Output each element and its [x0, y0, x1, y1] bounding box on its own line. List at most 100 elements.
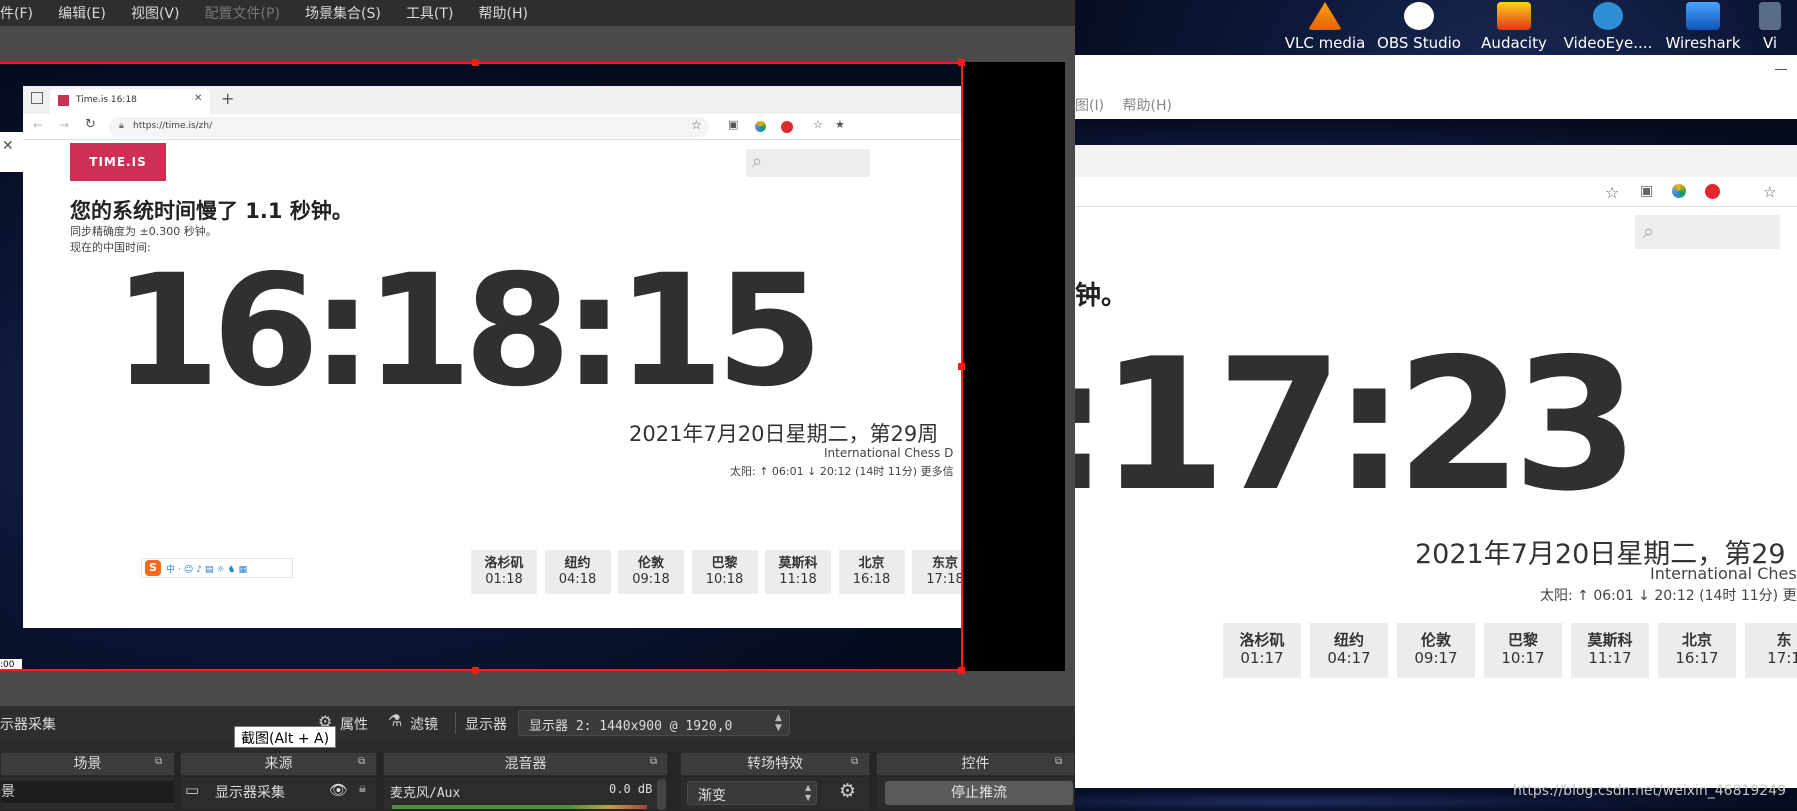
vi-label: Vi: [1762, 34, 1778, 52]
source-toolbar: 示器采集 ⚙ 属性 ⚗ 滤镜 显示器 显示器 2: 1440x900 @ 192…: [0, 706, 1075, 740]
menu-view[interactable]: 视图(V): [131, 3, 180, 23]
resize-handle-top-right[interactable]: [958, 59, 965, 66]
city-card[interactable]: 莫斯科 11:17: [1571, 623, 1649, 678]
desktop-icons: VLC media OBS Studio Audacity VideoEye..…: [1280, 0, 1797, 55]
watermark: https://blog.csdn.net/weixin_46819249: [1513, 783, 1787, 799]
menu-scene-collection[interactable]: 场景集合(S): [305, 3, 381, 23]
transitions-dock-title[interactable]: 转场特效: [680, 752, 870, 776]
vlc-shortcut[interactable]: VLC media: [1280, 2, 1370, 52]
city-name: 伦敦: [1420, 631, 1451, 649]
city-name: 北京: [1681, 631, 1712, 649]
mixer-undock-icon[interactable]: ⧉: [650, 756, 657, 767]
window-titlebar: [1075, 55, 1797, 85]
menu-file[interactable]: 件(F): [0, 3, 33, 23]
filters-button[interactable]: 滤镜: [410, 714, 438, 734]
videoeye-icon: [1593, 2, 1623, 30]
source-selection-box[interactable]: [0, 62, 963, 671]
menu-help[interactable]: 帮助(H): [1123, 98, 1172, 114]
city-time: 04:17: [1327, 649, 1371, 667]
menu-view-fragment[interactable]: 图(I): [1075, 98, 1104, 114]
updown-icon: ▲ ▼: [775, 713, 782, 733]
menu-help[interactable]: 帮助(H): [479, 3, 528, 23]
scenes-undock-icon[interactable]: ⧉: [155, 756, 162, 767]
obs-shortcut[interactable]: OBS Studio: [1374, 2, 1464, 52]
sources-list: ▭ 显示器采集 👁︎ 🔒︎: [180, 776, 377, 811]
scene-item[interactable]: 景: [1, 781, 174, 803]
sources-undock-icon[interactable]: ⧉: [358, 756, 365, 767]
shield-icon[interactable]: [1672, 184, 1686, 198]
transition-value: 渐变: [698, 788, 726, 804]
background-window: 图(I) 帮助(H) ☆ ▣ ☆ ⌕ 钟。 :17:23 2021年7月20日星…: [1037, 55, 1797, 788]
window-addressbar: ☆ ▣ ☆: [1075, 177, 1797, 207]
source-item[interactable]: 显示器采集: [215, 782, 285, 802]
resize-handle-top[interactable]: [472, 59, 479, 66]
time-display: :17:23: [1037, 319, 1639, 531]
vi-icon: [1759, 2, 1781, 30]
city-time: 01:17: [1240, 649, 1284, 667]
stop-stream-button[interactable]: 停止推流: [885, 781, 1073, 805]
screenshot-tooltip: 截图(Alt + A): [234, 726, 337, 748]
vi-shortcut[interactable]: Vi: [1750, 2, 1790, 52]
adblock-icon[interactable]: [1705, 184, 1720, 199]
vlc-icon: [1308, 2, 1342, 30]
transition-select[interactable]: 渐变 ▲ ▼: [687, 781, 817, 805]
obs-label: OBS Studio: [1377, 34, 1461, 52]
resize-handle-right[interactable]: [958, 363, 965, 370]
visibility-eye-icon[interactable]: 👁︎: [329, 781, 348, 799]
sources-dock-title[interactable]: 来源: [180, 752, 377, 776]
filter-icon: ⚗: [388, 711, 403, 730]
menu-edit[interactable]: 编辑(E): [58, 3, 106, 23]
page-overflow-edge: [963, 62, 1065, 671]
city-name: 莫斯科: [1587, 631, 1633, 649]
controls-dock-title[interactable]: 控件: [876, 752, 1075, 776]
vlc-label: VLC media: [1284, 34, 1366, 52]
sources-title-text: 来源: [264, 756, 293, 772]
mixer-dock-title[interactable]: 混音器: [383, 752, 668, 776]
mixer-channel-level: 0.0 dB: [609, 782, 653, 796]
lock-icon[interactable]: 🔒︎: [359, 781, 366, 796]
transition-settings-gear-icon[interactable]: ⚙: [839, 780, 856, 802]
city-card[interactable]: 伦敦 09:17: [1397, 623, 1475, 678]
window-menubar: 图(I) 帮助(H): [1075, 95, 1172, 119]
city-card[interactable]: 洛杉矶 01:17: [1223, 623, 1301, 678]
wireshark-shortcut[interactable]: Wireshark: [1658, 2, 1748, 52]
obs-menubar: 件(F) 编辑(E) 视图(V) 配置文件(P) 场景集合(S) 工具(T) 帮…: [0, 0, 1075, 26]
mixer-title-text: 混音器: [504, 756, 547, 772]
scenes-title-text: 场景: [73, 756, 102, 772]
transitions-panel: 渐变 ▲ ▼ ⚙: [680, 776, 870, 811]
city-time: 17:1: [1767, 649, 1797, 667]
resize-handle-bottom[interactable]: [472, 667, 479, 674]
display-label: 显示器: [465, 717, 507, 733]
display-select[interactable]: 显示器 2: 1440x900 @ 1920,0 ▲ ▼: [518, 710, 790, 736]
favorite-icon[interactable]: ☆: [1605, 183, 1619, 202]
controls-undock-icon[interactable]: ⧉: [1055, 756, 1062, 767]
city-name: 洛杉矶: [1239, 631, 1285, 649]
monitor-icon: ▭: [185, 781, 200, 799]
resize-handle-bottom-right[interactable]: [958, 667, 965, 674]
city-card[interactable]: 纽约 04:17: [1310, 623, 1388, 678]
menu-tools[interactable]: 工具(T): [406, 3, 453, 23]
selected-source-name: 示器采集: [0, 717, 56, 733]
star-list-icon[interactable]: ☆: [1763, 183, 1776, 201]
menu-profile[interactable]: 配置文件(P): [205, 3, 280, 23]
videoeye-shortcut[interactable]: VideoEye....: [1563, 2, 1653, 52]
volume-meter: [392, 805, 647, 809]
transitions-undock-icon[interactable]: ⧉: [851, 756, 858, 767]
scenes-dock-title[interactable]: 场景: [0, 752, 175, 776]
collections-icon[interactable]: ▣: [1640, 183, 1653, 199]
minimize-icon[interactable]: [1775, 69, 1787, 70]
preview-canvas[interactable]: ✕ :00 Time.is 16:18 ✕ + ← → ↻ 🔒︎ https:/…: [0, 59, 1065, 674]
obs-icon: [1404, 2, 1434, 30]
city-card[interactable]: 北京 16:17: [1658, 623, 1736, 678]
city-name: 纽约: [1333, 631, 1364, 649]
city-card[interactable]: 巴黎 10:17: [1484, 623, 1562, 678]
audacity-shortcut[interactable]: Audacity: [1469, 2, 1559, 52]
properties-button[interactable]: 属性: [340, 714, 368, 734]
preview-area: ✕ :00 Time.is 16:18 ✕ + ← → ↻ 🔒︎ https:/…: [0, 26, 1075, 706]
videoeye-label: VideoEye....: [1563, 34, 1653, 52]
mixer-scrollbar[interactable]: [657, 779, 666, 810]
city-card[interactable]: 东 17:1: [1745, 623, 1797, 678]
wireshark-icon: [1686, 2, 1720, 30]
toolbar-divider: [455, 712, 456, 734]
search-box[interactable]: ⌕: [1635, 215, 1780, 249]
